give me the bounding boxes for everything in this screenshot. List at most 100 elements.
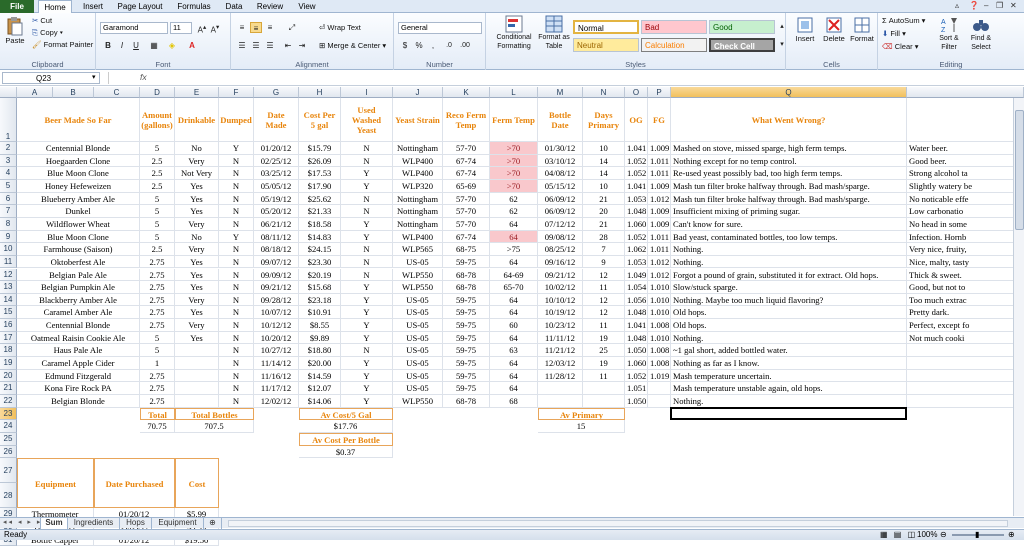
cell-amount[interactable]: 2.75	[140, 255, 175, 269]
cell-washed-yeast[interactable]: Y	[341, 331, 393, 345]
cell-dumped[interactable]: Y	[219, 142, 254, 155]
column-title-drinkable[interactable]: Drinkable	[175, 98, 219, 142]
cell-ferm-temp[interactable]: 64	[490, 382, 538, 395]
cell-reco-temp[interactable]: 68-78	[443, 395, 490, 408]
column-header-o[interactable]: O	[625, 87, 648, 98]
format-painter-button[interactable]: 🖌 Format Painter	[32, 40, 93, 49]
cell-date-made[interactable]: 09/09/12	[254, 268, 299, 282]
cell-fg[interactable]: 1.012	[648, 255, 671, 269]
cell-dumped[interactable]: N	[219, 205, 254, 218]
cell-ferm-temp[interactable]: 63	[490, 344, 538, 358]
cell-fg[interactable]: 1.019	[648, 369, 671, 383]
font-name-select[interactable]: Garamond	[100, 22, 168, 34]
cell-amount[interactable]: 5	[140, 331, 175, 345]
format-cells-button[interactable]: Format	[848, 16, 876, 43]
italic-icon[interactable]: I	[116, 40, 128, 51]
sort-filter-button[interactable]: AZ Sort & Filter	[934, 16, 964, 52]
style-normal[interactable]: Normal	[573, 20, 639, 34]
delete-cells-button[interactable]: Delete	[820, 16, 848, 43]
cell-og[interactable]: 1.041	[625, 179, 648, 193]
cell-notes[interactable]	[907, 382, 1024, 395]
style-good[interactable]: Good	[709, 20, 775, 34]
cell-fg[interactable]: 1.009	[648, 179, 671, 193]
cell-washed-yeast[interactable]: N	[341, 154, 393, 168]
cell-beer-name[interactable]: Oktoberfest Ale	[17, 255, 140, 269]
tab-formulas[interactable]: Formulas	[172, 0, 216, 13]
row-header[interactable]: 28	[0, 483, 17, 509]
cell-days-primary[interactable]: 14	[583, 154, 625, 168]
cell-fg[interactable]: 1.009	[648, 205, 671, 218]
cell-bottle-date[interactable]: 11/11/12	[538, 331, 583, 345]
cell-days-primary[interactable]: 10	[583, 179, 625, 193]
cell-cost[interactable]: $23.18	[299, 293, 341, 307]
cell-cost[interactable]: $8.55	[299, 319, 341, 332]
cell-dumped[interactable]: N	[219, 179, 254, 193]
cell-bottle-date[interactable]: 10/10/12	[538, 293, 583, 307]
cell-drinkable[interactable]: No	[175, 142, 219, 155]
column-title-date[interactable]: Date Made	[254, 98, 299, 142]
cell-cost[interactable]: $17.90	[299, 179, 341, 193]
tab-page-layout[interactable]: Page Layout	[112, 0, 168, 13]
cell-what-went-wrong[interactable]: Old hops.	[671, 319, 907, 332]
cell-notes[interactable]	[907, 369, 1024, 383]
cell-bottle-date[interactable]: 10/02/12	[538, 281, 583, 294]
cell-dumped[interactable]: N	[219, 268, 254, 282]
cell-reco-temp[interactable]: 68-78	[443, 268, 490, 282]
cell-fg[interactable]	[648, 395, 671, 408]
cell-washed-yeast[interactable]: Y	[341, 293, 393, 307]
sheet-tab-equipment[interactable]: Equipment	[152, 518, 204, 529]
cell-notes[interactable]: Very nice, fruity,	[907, 243, 1024, 256]
cell-dumped[interactable]: N	[219, 293, 254, 307]
conditional-formatting-button[interactable]: Conditional Formatting	[490, 15, 538, 51]
cell-cost[interactable]: $20.19	[299, 268, 341, 282]
cell-cost[interactable]: $24.15	[299, 243, 341, 256]
cell-date-made[interactable]: 10/12/12	[254, 319, 299, 332]
cell-days-primary[interactable]: 12	[583, 293, 625, 307]
cell-drinkable[interactable]: Yes	[175, 281, 219, 294]
cell-drinkable[interactable]: Yes	[175, 192, 219, 206]
window-close-icon[interactable]: ✕	[1010, 1, 1017, 10]
row-header[interactable]: 22	[0, 395, 17, 408]
row-header[interactable]: 18	[0, 344, 17, 358]
cell-what-went-wrong[interactable]: Nothing.	[671, 243, 907, 256]
cell-yeast-strain[interactable]: Nottingham	[393, 205, 443, 218]
column-title-ferm[interactable]: Ferm Temp	[490, 98, 538, 142]
cell-reco-temp[interactable]: 59-75	[443, 369, 490, 383]
cell-cost[interactable]: $20.00	[299, 357, 341, 370]
cell-days-primary[interactable]: 28	[583, 230, 625, 244]
cell-yeast-strain[interactable]: WLP400	[393, 154, 443, 168]
fill-color-icon[interactable]: ◈	[166, 40, 178, 51]
cell-drinkable[interactable]: Yes	[175, 179, 219, 193]
cell-days-primary[interactable]	[583, 395, 625, 408]
column-header-a[interactable]: A	[17, 87, 53, 98]
font-color-icon[interactable]: A	[186, 40, 198, 51]
cell-beer-name[interactable]: Kona Fire Rock PA	[17, 382, 140, 395]
border-icon[interactable]: ▦	[148, 40, 160, 51]
fx-icon[interactable]: fx	[140, 72, 147, 82]
cell-beer-name[interactable]: Hoegaarden Clone	[17, 154, 140, 168]
column-title-dumped[interactable]: Dumped	[219, 98, 254, 142]
cell-date-made[interactable]: 03/25/12	[254, 167, 299, 180]
cell-og[interactable]: 1.048	[625, 306, 648, 320]
cell-notes[interactable]: Water beer.	[907, 142, 1024, 155]
zoom-out-icon[interactable]: ⊖	[940, 530, 947, 540]
column-header-n[interactable]: N	[583, 87, 625, 98]
cell-beer-name[interactable]: Centennial Blonde	[17, 319, 140, 332]
window-restore-icon[interactable]: ❐	[996, 1, 1003, 10]
cell-date-made[interactable]: 05/05/12	[254, 179, 299, 193]
cell-dumped[interactable]: N	[219, 344, 254, 358]
cell-drinkable[interactable]: Very	[175, 154, 219, 168]
cell-washed-yeast[interactable]: Y	[341, 230, 393, 244]
decrease-decimal-icon[interactable]: .00	[459, 40, 471, 51]
cell-reco-temp[interactable]: 57-70	[443, 142, 490, 155]
cell-yeast-strain[interactable]: Nottingham	[393, 217, 443, 231]
cell-washed-yeast[interactable]: Y	[341, 395, 393, 408]
cell-beer-name[interactable]: Oatmeal Raisin Cookie Ale	[17, 331, 140, 345]
cell-drinkable[interactable]	[175, 357, 219, 370]
select-all-corner[interactable]	[0, 87, 17, 98]
cell-fg[interactable]: 1.008	[648, 319, 671, 332]
cell-amount[interactable]: 2.5	[140, 167, 175, 180]
cell-amount[interactable]: 2.75	[140, 395, 175, 408]
cell-date-made[interactable]: 08/18/12	[254, 243, 299, 256]
cell-notes[interactable]: Slightly watery be	[907, 179, 1024, 193]
